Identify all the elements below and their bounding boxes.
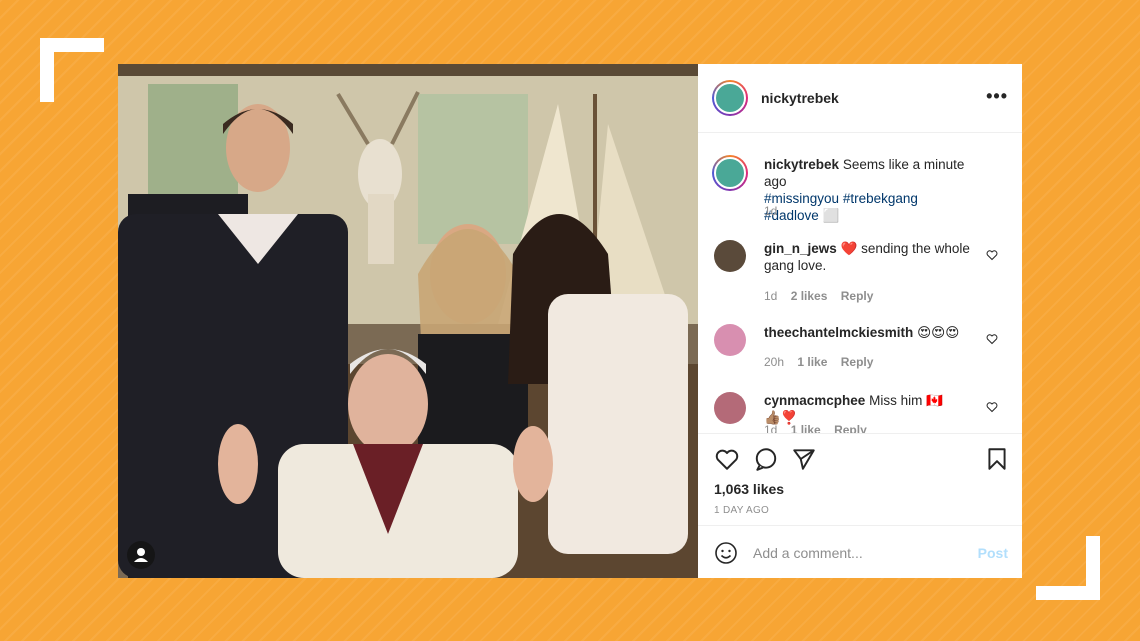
comment-meta: 1d 1 like Reply bbox=[764, 423, 877, 433]
comment-meta: 1d 2 likes Reply bbox=[764, 289, 883, 303]
post-age[interactable]: 1 DAY AGO bbox=[714, 505, 769, 516]
caption-text: nickytrebek Seems like a minute ago #mis… bbox=[764, 156, 974, 224]
comment-time[interactable]: 1d bbox=[764, 289, 777, 303]
reply-button[interactable]: Reply bbox=[841, 355, 874, 369]
comment-time[interactable]: 20h bbox=[764, 355, 784, 369]
commenter-avatar[interactable] bbox=[714, 392, 746, 424]
share-icon[interactable] bbox=[791, 446, 817, 472]
comment-text: cynmacmcphee Miss him 🇨🇦👍🏽❣️ bbox=[764, 392, 974, 426]
caption-time[interactable]: 1d bbox=[764, 204, 777, 218]
hashtag-trebekgang[interactable]: #trebekgang bbox=[843, 191, 918, 206]
caption-meta: 1d bbox=[764, 204, 787, 218]
comment-input[interactable]: Add a comment... bbox=[753, 545, 863, 561]
post-username[interactable]: nickytrebek bbox=[761, 90, 839, 106]
list-item: gin_n_jews ❤️ sending the whole gang lov… bbox=[698, 236, 1022, 306]
commenter-avatar[interactable] bbox=[714, 240, 746, 272]
commenter-avatar[interactable] bbox=[714, 324, 746, 356]
post-header: nickytrebek ••• bbox=[698, 64, 1022, 133]
comment-likes[interactable]: 2 likes bbox=[791, 289, 828, 303]
post-photo[interactable] bbox=[118, 64, 698, 578]
heart-icon[interactable] bbox=[714, 446, 740, 472]
caption-emoji: ⬜ bbox=[822, 208, 840, 223]
frame-corner-bottom-right-vertical bbox=[1086, 536, 1100, 600]
likes-count[interactable]: 1,063 likes bbox=[714, 481, 784, 497]
caption-username[interactable]: nickytrebek bbox=[764, 157, 839, 172]
caption: nickytrebek Seems like a minute ago #mis… bbox=[698, 151, 1022, 224]
post-button[interactable]: Post bbox=[978, 545, 1008, 561]
frame-corner-top-left-vertical bbox=[40, 38, 54, 102]
comment-text: gin_n_jews ❤️ sending the whole gang lov… bbox=[764, 240, 974, 274]
like-comment-heart-icon[interactable] bbox=[986, 333, 998, 345]
comment-meta: 20h 1 like Reply bbox=[764, 355, 883, 369]
comment-time[interactable]: 1d bbox=[764, 423, 777, 433]
user-tag-icon[interactable] bbox=[127, 541, 155, 569]
comment-username[interactable]: cynmacmcphee bbox=[764, 393, 865, 408]
bookmark-icon[interactable] bbox=[984, 446, 1010, 472]
list-item: cynmacmcphee Miss him 🇨🇦👍🏽❣️ 1d 1 like R… bbox=[698, 388, 1022, 433]
comment-username[interactable]: gin_n_jews bbox=[764, 241, 837, 256]
reply-button[interactable]: Reply bbox=[834, 423, 867, 433]
comment-icon[interactable] bbox=[753, 446, 779, 472]
comment-text: theechantelmckiesmith 😍😍😍 bbox=[764, 324, 974, 341]
comment-body: 😍😍😍 bbox=[917, 325, 960, 340]
avatar[interactable] bbox=[712, 80, 748, 116]
instagram-post-panel: nickytrebek ••• nickytrebek Seems like a… bbox=[698, 64, 1022, 578]
comment-username[interactable]: theechantelmckiesmith bbox=[764, 325, 913, 340]
list-item: theechantelmckiesmith 😍😍😍 20h 1 like Rep… bbox=[698, 320, 1022, 380]
like-comment-heart-icon[interactable] bbox=[986, 401, 998, 413]
caption-avatar[interactable] bbox=[712, 155, 748, 191]
reply-button[interactable]: Reply bbox=[841, 289, 874, 303]
comment-composer: Add a comment... Post bbox=[698, 525, 1022, 579]
comment-likes[interactable]: 1 like bbox=[797, 355, 827, 369]
like-comment-heart-icon[interactable] bbox=[986, 249, 998, 261]
comment-likes[interactable]: 1 like bbox=[791, 423, 821, 433]
family-photo-illustration bbox=[118, 64, 698, 578]
post-actions: 1,063 likes 1 DAY AGO bbox=[698, 433, 1022, 526]
emoji-icon[interactable] bbox=[714, 541, 738, 565]
comments-list: nickytrebek Seems like a minute ago #mis… bbox=[698, 133, 1022, 433]
more-options-icon[interactable]: ••• bbox=[986, 86, 1008, 107]
